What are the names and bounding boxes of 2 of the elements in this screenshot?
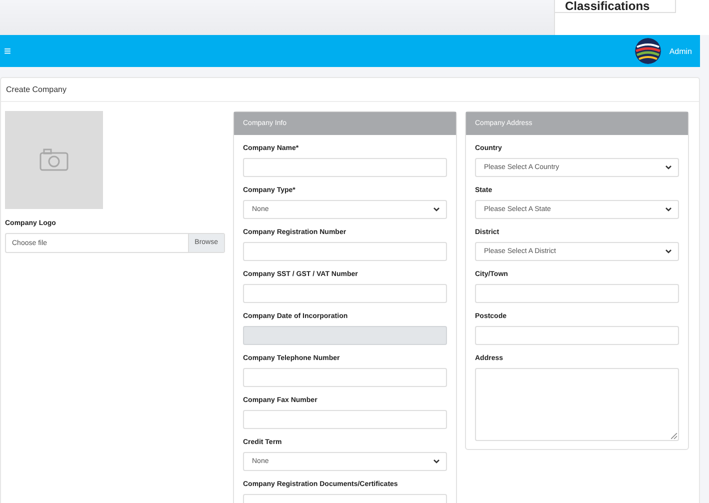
card-title: Create Company [1,78,699,102]
table-heading: Classifications [555,0,676,13]
